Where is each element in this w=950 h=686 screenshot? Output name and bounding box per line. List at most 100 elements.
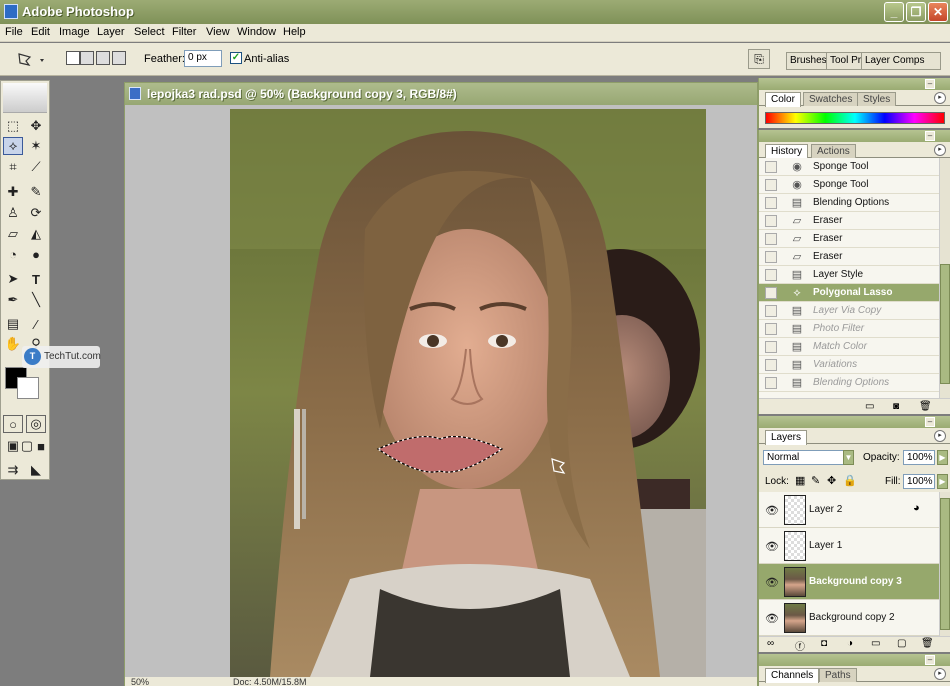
eye-icon[interactable]: 👁 (765, 504, 779, 517)
magic-wand-tool-icon[interactable]: ✶ (26, 137, 46, 155)
lock-image-icon[interactable]: ✎ (811, 474, 820, 487)
menu-file[interactable]: File (5, 26, 23, 38)
history-item-active[interactable]: ⟡ Polygonal Lasso (759, 284, 939, 302)
new-selection-button[interactable] (66, 51, 80, 65)
layer-effects-icon[interactable]: ◕ (913, 502, 920, 514)
quick-mask-mode-icon[interactable]: ◎ (26, 415, 46, 433)
history-snapshot-toggle[interactable] (765, 305, 777, 317)
menu-view[interactable]: View (206, 26, 230, 38)
history-palette-titlebar[interactable]: – (759, 130, 950, 142)
feather-input[interactable]: 0 px (184, 50, 222, 67)
tab-actions[interactable]: Actions (811, 144, 856, 158)
history-scrollbar[interactable] (939, 158, 950, 398)
maximize-button[interactable]: ❐ (906, 2, 926, 22)
history-item[interactable]: ▤ Variations (759, 356, 939, 374)
path-selection-tool-icon[interactable]: ➤ (3, 270, 23, 288)
clone-stamp-tool-icon[interactable]: ♙ (3, 204, 23, 222)
link-layers-icon[interactable]: ∞ (767, 638, 774, 649)
tab-paths[interactable]: Paths (819, 668, 857, 682)
layers-scrollbar[interactable] (939, 492, 950, 636)
full-screen-mode-icon[interactable]: ■ (31, 437, 51, 455)
fill-input[interactable]: 100% (903, 474, 935, 489)
menu-window[interactable]: Window (237, 26, 276, 38)
new-document-from-state-icon[interactable]: ▭ (865, 401, 874, 412)
intersect-selection-button[interactable] (112, 51, 126, 65)
eye-icon[interactable]: 👁 (765, 612, 779, 625)
layers-scrollbar-thumb[interactable] (940, 498, 950, 630)
menu-select[interactable]: Select (134, 26, 165, 38)
tab-color[interactable]: Color (765, 92, 801, 107)
eyedropper-tool-icon[interactable]: ⁄ (26, 315, 46, 333)
history-snapshot-toggle[interactable] (765, 269, 777, 281)
hand-tool-icon[interactable]: ✋ (3, 335, 23, 353)
palette-minimize-icon[interactable]: – (925, 131, 935, 141)
tool-preset-picker[interactable] (14, 50, 50, 70)
palette-menu-icon[interactable]: ▸ (934, 92, 946, 104)
brush-tool-icon[interactable]: ✎ (26, 183, 46, 201)
color-palette-titlebar[interactable]: – (759, 78, 950, 90)
history-snapshot-toggle[interactable] (765, 359, 777, 371)
history-snapshot-toggle[interactable] (765, 251, 777, 263)
type-tool-icon[interactable]: T (26, 270, 46, 288)
palette-minimize-icon[interactable]: – (925, 655, 935, 665)
crop-tool-icon[interactable]: ⌗ (3, 158, 23, 176)
history-snapshot-toggle[interactable] (765, 341, 777, 353)
menu-layer[interactable]: Layer (97, 26, 125, 38)
new-layer-icon[interactable]: ▢ (897, 638, 906, 649)
history-snapshot-toggle[interactable] (765, 323, 777, 335)
history-item[interactable]: ▤ Layer Via Copy (759, 302, 939, 320)
tab-history[interactable]: History (765, 144, 809, 159)
feather-logo-icon[interactable] (3, 83, 47, 113)
trash-icon[interactable]: 🗑 (919, 401, 932, 412)
history-snapshot-toggle[interactable] (765, 287, 777, 299)
palette-menu-icon[interactable]: ▸ (934, 668, 946, 680)
menu-filter[interactable]: Filter (172, 26, 196, 38)
history-snapshot-toggle[interactable] (765, 377, 777, 389)
history-item[interactable]: ▱ Eraser (759, 212, 939, 230)
history-snapshot-toggle[interactable] (765, 233, 777, 245)
layers-palette-titlebar[interactable]: – (759, 416, 950, 428)
layer-row[interactable]: 👁 Layer 2 ◕ (759, 492, 939, 528)
lock-all-icon[interactable]: 🔒 (843, 474, 857, 487)
marquee-tool-icon[interactable]: ⬚ (3, 117, 23, 135)
paint-bucket-tool-icon[interactable]: ◭ (26, 225, 46, 243)
palette-menu-icon[interactable]: ▸ (934, 430, 946, 442)
background-color-swatch[interactable] (17, 377, 39, 399)
layer-row-active[interactable]: 👁 Background copy 3 (759, 564, 939, 600)
history-item[interactable]: ◉ Sponge Tool (759, 176, 939, 194)
palette-minimize-icon[interactable]: – (925, 79, 935, 89)
image-canvas[interactable] (230, 109, 706, 677)
color-spectrum-bar[interactable] (765, 112, 945, 124)
eraser-tool-icon[interactable]: ▱ (3, 225, 23, 243)
history-scrollbar-thumb[interactable] (940, 264, 950, 384)
close-button[interactable]: ✕ (928, 2, 948, 22)
history-item[interactable]: ◉ Sponge Tool (759, 158, 939, 176)
history-snapshot-toggle[interactable] (765, 179, 777, 191)
palette-well-icon[interactable]: ⎘ (748, 49, 770, 69)
standard-mode-icon[interactable]: ○ (3, 415, 23, 433)
eye-icon[interactable]: 👁 (765, 576, 779, 589)
chevron-down-icon[interactable]: ▼ (843, 450, 854, 465)
menu-image[interactable]: Image (59, 26, 90, 38)
delete-layer-icon[interactable]: 🗑 (921, 638, 934, 649)
add-to-selection-button[interactable] (80, 51, 94, 65)
line-tool-icon[interactable]: ╲ (26, 291, 46, 309)
new-snapshot-icon[interactable]: ◙ (893, 401, 899, 412)
history-snapshot-toggle[interactable] (765, 161, 777, 173)
tab-swatches[interactable]: Swatches (803, 92, 859, 106)
history-snapshot-toggle[interactable] (765, 215, 777, 227)
fill-slider-icon[interactable]: ▶ (937, 474, 948, 489)
tab-styles[interactable]: Styles (857, 92, 897, 106)
sponge-tool-icon[interactable]: ● (26, 245, 46, 263)
opacity-slider-icon[interactable]: ▶ (937, 450, 948, 465)
layer-row[interactable]: 👁 Layer 1 (759, 528, 939, 564)
blend-mode-select[interactable]: Normal (763, 450, 847, 465)
menu-edit[interactable]: Edit (31, 26, 50, 38)
history-item[interactable]: ▤ Match Color (759, 338, 939, 356)
lock-position-icon[interactable]: ✥ (827, 474, 836, 487)
menu-help[interactable]: Help (283, 26, 306, 38)
opacity-input[interactable]: 100% (903, 450, 935, 465)
palette-menu-icon[interactable]: ▸ (934, 144, 946, 156)
history-snapshot-toggle[interactable] (765, 197, 777, 209)
imageready-icon[interactable]: ◣ (26, 461, 46, 479)
